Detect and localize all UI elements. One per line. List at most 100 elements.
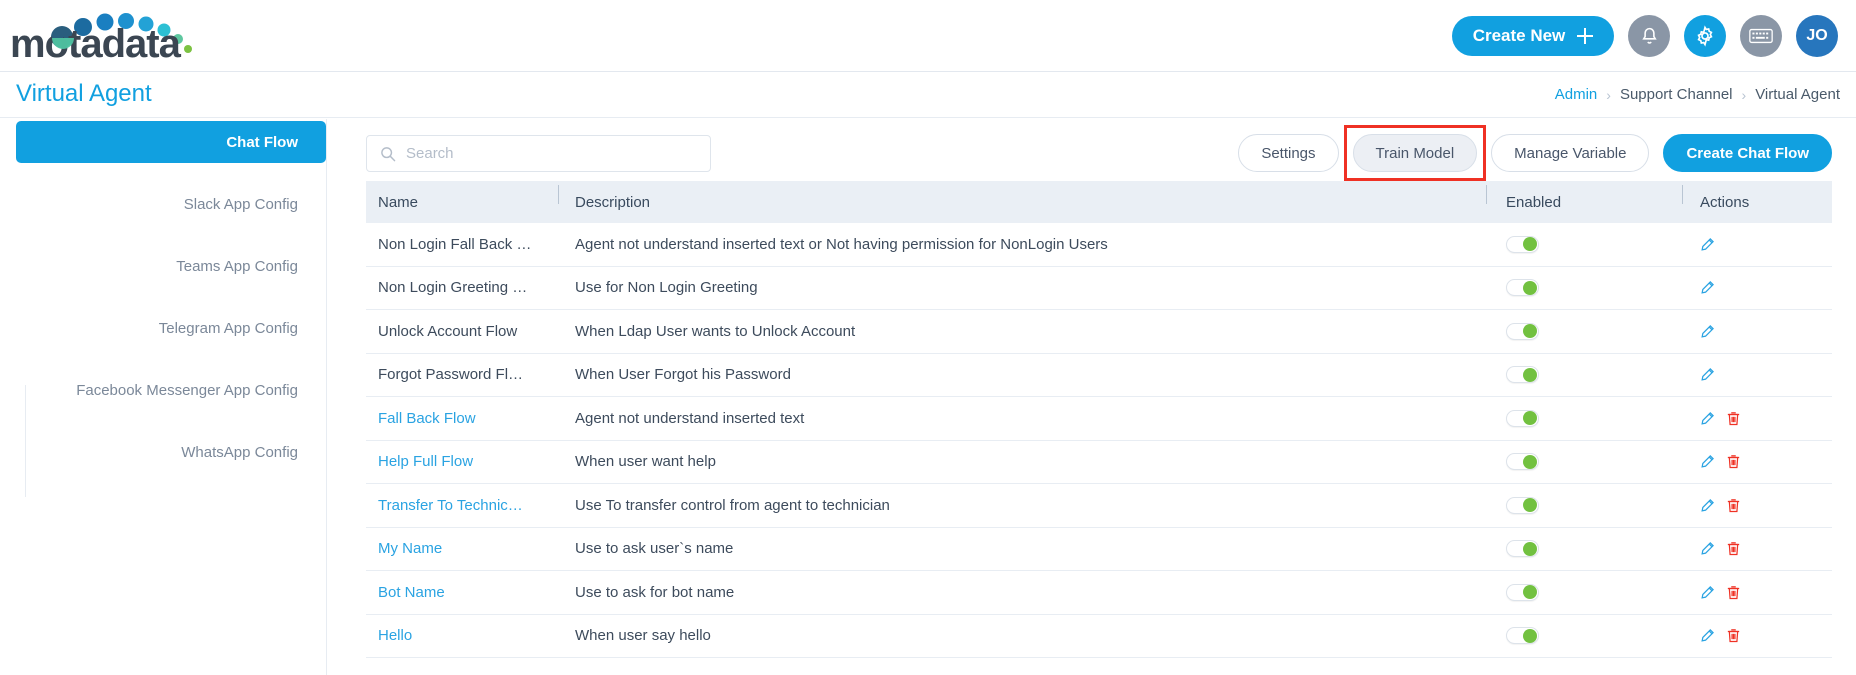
chat-flow-name: Non Login Fall Back …: [378, 236, 558, 253]
enabled-toggle[interactable]: [1506, 540, 1539, 557]
create-new-button[interactable]: Create New: [1452, 16, 1614, 56]
enabled-toggle[interactable]: [1506, 584, 1539, 601]
enabled-toggle[interactable]: [1506, 410, 1539, 427]
delete-trash-icon: [1726, 585, 1741, 600]
train-model-button[interactable]: Train Model: [1353, 134, 1478, 172]
cell-actions: [1682, 411, 1832, 426]
breadcrumb: Admin › Support Channel › Virtual Agent: [1555, 86, 1840, 103]
main-panel: Settings Train Model Manage Variable Cre…: [326, 119, 1856, 675]
breadcrumb-item-support-channel[interactable]: Support Channel: [1620, 86, 1733, 103]
toggle-knob: [1523, 585, 1537, 599]
table-row[interactable]: HelloWhen user say hello: [366, 615, 1832, 659]
row-action-icons: [1700, 280, 1832, 295]
enabled-toggle[interactable]: [1506, 453, 1539, 470]
edit-button[interactable]: [1700, 324, 1715, 339]
sidebar-item-facebook-messenger-config[interactable]: Facebook Messenger App Config: [16, 369, 326, 411]
description-text: Use To transfer control from agent to te…: [575, 497, 1486, 514]
enabled-toggle[interactable]: [1506, 236, 1539, 253]
toggle-knob: [1523, 324, 1537, 338]
cell-enabled: [1486, 540, 1682, 557]
user-avatar[interactable]: JO: [1796, 15, 1838, 57]
row-action-icons: [1700, 541, 1832, 556]
description-text: Use to ask for bot name: [575, 584, 1486, 601]
chat-flow-link[interactable]: Transfer To Technic…: [378, 497, 558, 514]
breadcrumb-item-virtual-agent: Virtual Agent: [1755, 86, 1840, 103]
edit-button[interactable]: [1700, 628, 1715, 643]
sidebar-item-whatsapp-config[interactable]: WhatsApp Config: [16, 431, 326, 473]
logo-svg: motadata: [8, 8, 218, 64]
create-new-label: Create New: [1473, 26, 1566, 46]
row-action-icons: [1700, 628, 1832, 643]
description-text: Agent not understand inserted text or No…: [575, 236, 1486, 253]
cell-enabled: [1486, 323, 1682, 340]
delete-button[interactable]: [1726, 498, 1741, 513]
keyboard-shortcuts-button[interactable]: [1740, 15, 1782, 57]
toggle-knob: [1523, 498, 1537, 512]
enabled-toggle[interactable]: [1506, 497, 1539, 514]
chat-flow-link[interactable]: Hello: [378, 627, 558, 644]
sidebar-item-teams-app-config[interactable]: Teams App Config: [16, 245, 326, 287]
column-header-description: Description: [558, 194, 1486, 211]
table-row[interactable]: Help Full FlowWhen user want help: [366, 441, 1832, 485]
chat-flow-link[interactable]: Fall Back Flow: [378, 410, 558, 427]
table-row[interactable]: Forgot Password Fl…When User Forgot his …: [366, 354, 1832, 398]
chat-flow-link[interactable]: Help Full Flow: [378, 453, 558, 470]
edit-button[interactable]: [1700, 367, 1715, 382]
edit-button[interactable]: [1700, 541, 1715, 556]
row-action-icons: [1700, 411, 1832, 426]
table-row[interactable]: Non Login Greeting … Use for Non Login Gr…: [366, 267, 1832, 311]
table-row[interactable]: Bot Name Use to ask for bot name: [366, 571, 1832, 615]
enabled-toggle[interactable]: [1506, 279, 1539, 296]
enabled-toggle[interactable]: [1506, 627, 1539, 644]
motadata-logo[interactable]: motadata: [8, 8, 218, 64]
description-text: Use for Non Login Greeting: [575, 279, 1486, 296]
table-row[interactable]: Unlock Account FlowWhen Ldap User wants …: [366, 310, 1832, 354]
cell-actions: [1682, 454, 1832, 469]
chevron-right-icon: ›: [1742, 87, 1747, 103]
edit-button[interactable]: [1700, 280, 1715, 295]
cell-actions: [1682, 367, 1832, 382]
delete-button[interactable]: [1726, 628, 1741, 643]
cell-name: Non Login Greeting …: [366, 279, 558, 296]
settings-button[interactable]: [1684, 15, 1726, 57]
cell-actions: [1682, 541, 1832, 556]
cell-enabled: [1486, 410, 1682, 427]
delete-button[interactable]: [1726, 541, 1741, 556]
edit-button[interactable]: [1700, 498, 1715, 513]
chat-flow-link[interactable]: My Name: [378, 540, 558, 557]
enabled-toggle[interactable]: [1506, 366, 1539, 383]
manage-variable-button[interactable]: Manage Variable: [1491, 134, 1649, 172]
sidebar-item-telegram-app-config[interactable]: Telegram App Config: [16, 307, 326, 349]
table-row[interactable]: Non Login Fall Back … Agent not understan…: [366, 223, 1832, 267]
keyboard-icon: [1749, 27, 1773, 45]
delete-button[interactable]: [1726, 411, 1741, 426]
plus-icon: [1577, 28, 1593, 44]
table-row[interactable]: Fall Back FlowAgent not understand inser…: [366, 397, 1832, 441]
cell-name: Unlock Account Flow: [366, 323, 558, 340]
cell-description: Agent not understand inserted text: [558, 410, 1486, 427]
cell-enabled: [1486, 627, 1682, 644]
search-input[interactable]: [406, 145, 686, 162]
breadcrumb-item-admin[interactable]: Admin: [1555, 86, 1598, 103]
edit-button[interactable]: [1700, 237, 1715, 252]
search-box[interactable]: [366, 135, 711, 172]
cell-enabled: [1486, 453, 1682, 470]
enabled-toggle[interactable]: [1506, 323, 1539, 340]
cell-enabled: [1486, 236, 1682, 253]
sidebar-item-chat-flow[interactable]: Chat Flow: [16, 121, 326, 163]
notifications-button[interactable]: [1628, 15, 1670, 57]
delete-button[interactable]: [1726, 585, 1741, 600]
edit-button[interactable]: [1700, 411, 1715, 426]
table-row[interactable]: My NameUse to ask user`s name: [366, 528, 1832, 572]
settings-toolbar-button[interactable]: Settings: [1238, 134, 1338, 172]
chat-flow-table: Name Description Enabled Actions Non Log…: [327, 181, 1856, 658]
delete-button[interactable]: [1726, 454, 1741, 469]
toggle-knob: [1523, 629, 1537, 643]
table-row[interactable]: Transfer To Technic… Use To transfer cont…: [366, 484, 1832, 528]
edit-button[interactable]: [1700, 454, 1715, 469]
chat-flow-link[interactable]: Bot Name: [378, 584, 558, 601]
cell-description: Use to ask for bot name: [558, 584, 1486, 601]
create-chat-flow-button[interactable]: Create Chat Flow: [1663, 134, 1832, 172]
edit-button[interactable]: [1700, 585, 1715, 600]
sidebar-item-slack-app-config[interactable]: Slack App Config: [16, 183, 326, 225]
